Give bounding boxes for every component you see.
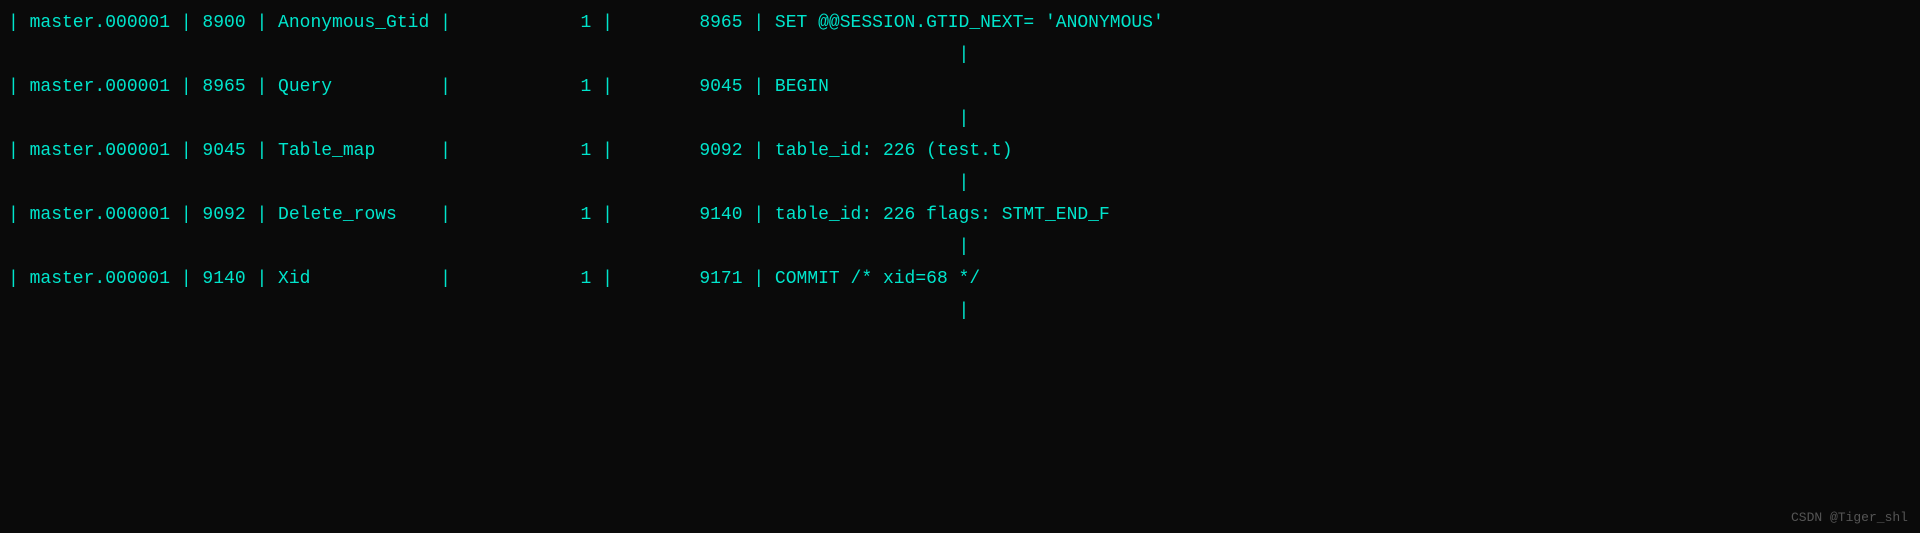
log-row: | master.000001 | 8900 | Anonymous_Gtid … <box>0 0 1920 46</box>
connector-row: | <box>0 110 1920 128</box>
content-area: | master.000001 | 8900 | Anonymous_Gtid … <box>0 0 1920 320</box>
connector-row: | <box>0 46 1920 64</box>
log-row: | master.000001 | 9140 | Xid | 1 | 9171 … <box>0 256 1920 302</box>
watermark: CSDN @Tiger_shl <box>1791 510 1908 525</box>
connector-row: | <box>0 238 1920 256</box>
connector-row: | <box>0 174 1920 192</box>
log-row: | master.000001 | 9092 | Delete_rows | 1… <box>0 192 1920 238</box>
terminal-container: | master.000001 | 8900 | Anonymous_Gtid … <box>0 0 1920 533</box>
log-row: | master.000001 | 9045 | Table_map | 1 |… <box>0 128 1920 174</box>
connector-row: | <box>0 302 1920 320</box>
log-row: | master.000001 | 8965 | Query | 1 | 904… <box>0 64 1920 110</box>
